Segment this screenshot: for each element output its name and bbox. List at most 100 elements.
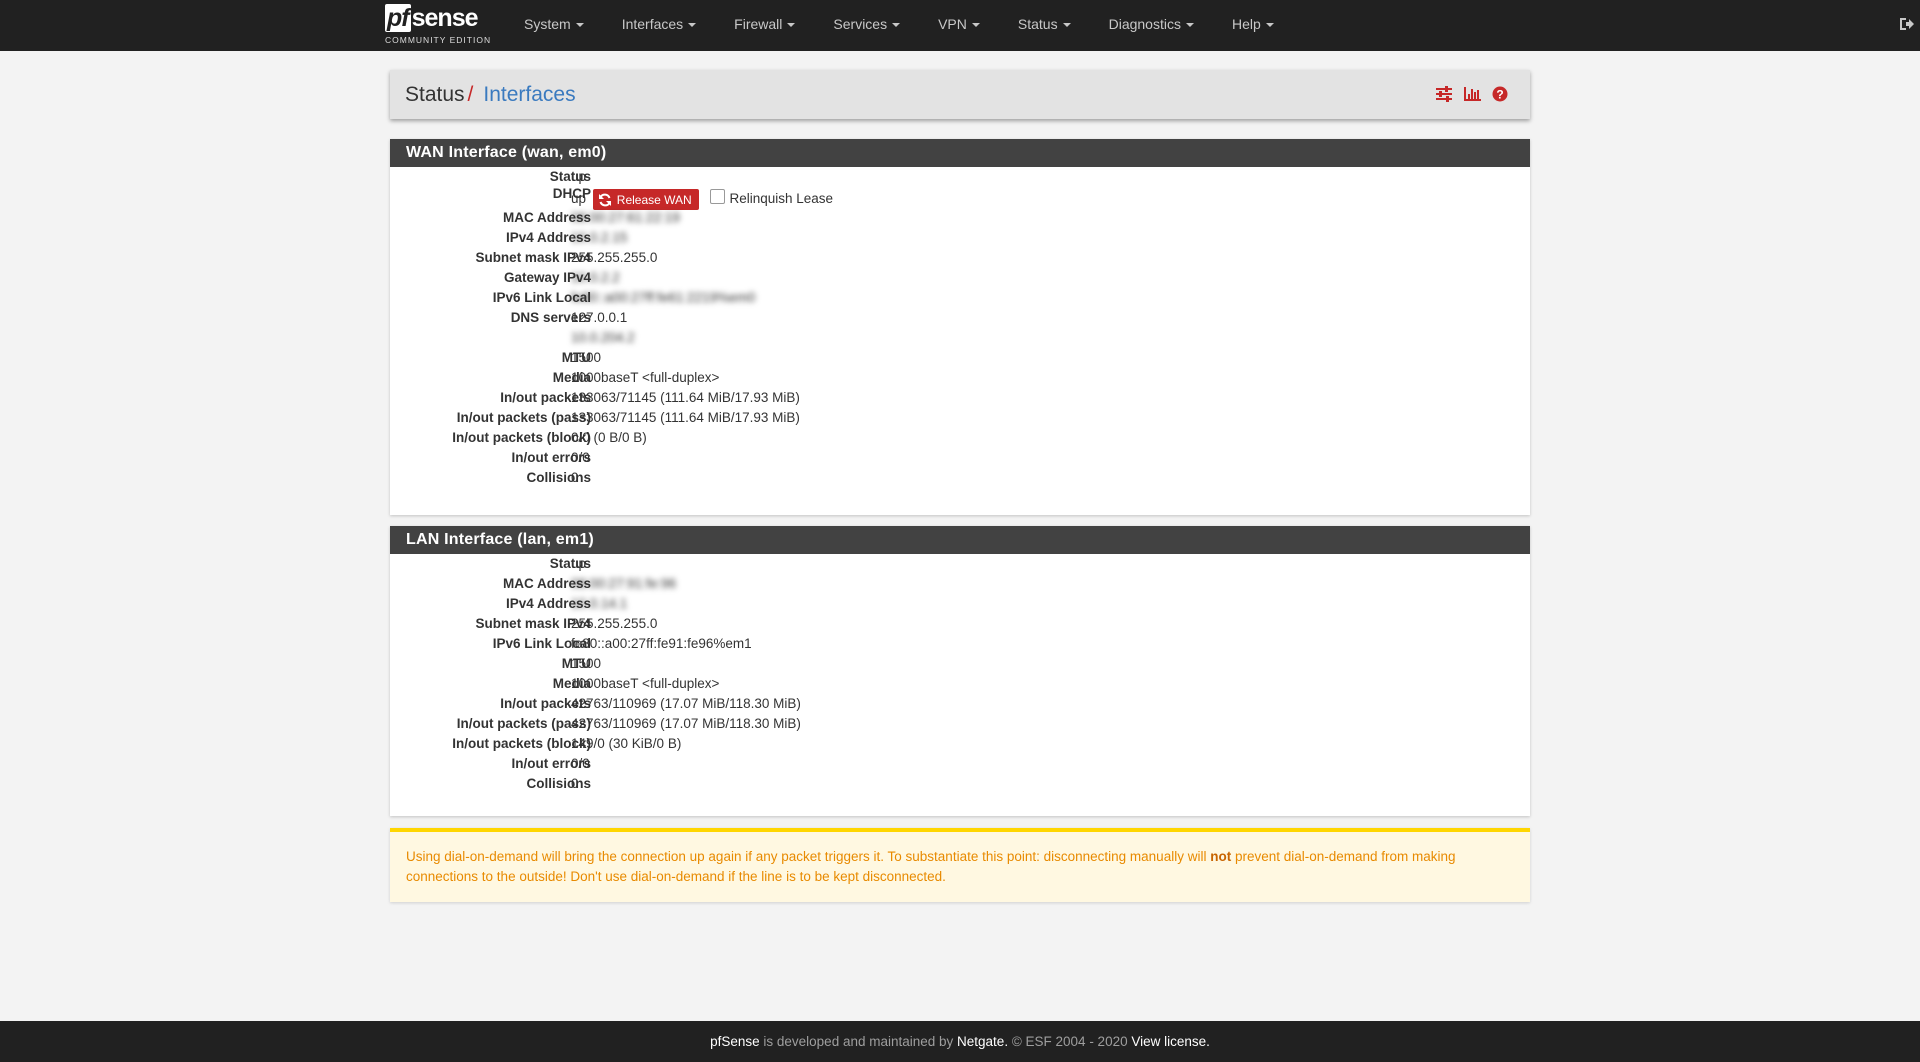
row-value: 149/0 (30 KiB/0 B)	[571, 736, 682, 751]
row-value: 42763/110969 (17.07 MiB/118.30 MiB)	[571, 716, 801, 731]
row-value: 255.255.255.0	[571, 250, 658, 265]
wan-row-collisions: Collisions 0	[390, 468, 1530, 488]
row-value: 1000baseT <full-duplex>	[571, 676, 720, 691]
row-value: 08:00:27:91:fe:96	[571, 576, 677, 591]
wan-row-packets-pass: In/out packets (pass) 133063/71145 (111.6…	[390, 408, 1530, 428]
nav-menu-firewall[interactable]: Firewall	[715, 0, 814, 51]
row-value: 42763/110969 (17.07 MiB/118.30 MiB)	[571, 696, 801, 711]
dial-on-demand-warning: Using dial-on-demand will bring the conn…	[390, 828, 1530, 902]
nav-menu-label: Status	[1017, 16, 1058, 32]
row-value: 10.0.2.2	[571, 270, 620, 285]
row-value: 255.255.255.0	[571, 616, 658, 631]
caret-down-icon	[787, 23, 796, 28]
nav-menu-label: System	[524, 16, 571, 32]
relinquish-lease-checkbox[interactable]	[710, 189, 726, 204]
lan-row-packets: In/out packets 42763/110969 (17.07 MiB/11…	[390, 694, 1530, 714]
relinquish-lease-label[interactable]: Relinquish Lease	[729, 191, 833, 206]
wan-row-gateway: Gateway IPv4 10.0.2.2	[390, 268, 1530, 288]
row-key: Subnet mask IPv4	[475, 250, 591, 265]
caret-down-icon	[892, 23, 901, 28]
footer: pfSense is developed and maintained by N…	[0, 1021, 1920, 1062]
row-key: IPv4 Address	[505, 230, 591, 245]
lan-panel-title: LAN Interface (lan, em1)	[390, 526, 1530, 554]
nav-menu-label: Help	[1231, 16, 1261, 32]
row-key: IPv4 Address	[505, 596, 591, 611]
row-key: MAC Address	[502, 576, 591, 591]
row-key: Media	[552, 676, 591, 691]
help-icon[interactable]: ?	[1492, 86, 1508, 102]
wan-row-dns: DNS servers 127.0.0.1	[390, 308, 1530, 328]
caret-down-icon	[688, 23, 697, 28]
refresh-icon	[598, 193, 611, 206]
footer-text: is developed and maintained by	[759, 1034, 958, 1049]
wan-row-mac: MAC Address 08:00:27:61:22:19	[390, 208, 1530, 228]
row-key: MAC Address	[502, 210, 591, 225]
lan-row-ipv6-link-local: IPv6 Link Local fe80::a00:27ff:fe91:fe96%…	[390, 634, 1530, 654]
row-value: up	[571, 191, 587, 207]
caret-down-icon	[971, 23, 980, 28]
row-key: IPv6 Link Local	[492, 290, 591, 305]
logo-edition: COMMUNITY EDITION	[385, 35, 492, 45]
wan-row-errors: In/out errors 0/0	[390, 448, 1530, 468]
nav-menu-help[interactable]: Help	[1213, 0, 1293, 51]
row-key: In/out packets	[500, 390, 591, 405]
wan-row-dhcp: DHCP up Release WAN Relinquish Lease	[390, 184, 1530, 210]
row-key: Gateway IPv4	[503, 270, 591, 285]
lan-row-packets-block: In/out packets (block) 149/0 (30 KiB/0 B)	[390, 734, 1530, 754]
logout-icon[interactable]	[1898, 16, 1914, 32]
footer-netgate-link[interactable]: Netgate.	[957, 1034, 1008, 1049]
lan-row-status: Status up	[390, 554, 1530, 574]
row-key: In/out packets (block)	[452, 430, 591, 445]
row-key: In/out packets (pass)	[456, 716, 591, 731]
release-wan-button[interactable]: Release WAN	[592, 189, 699, 210]
nav-menu-label: Firewall	[734, 16, 783, 32]
caret-down-icon	[1185, 23, 1194, 28]
pfsense-logo[interactable]: pf sense COMMUNITY EDITION	[385, 0, 493, 51]
lan-row-media: Media 1000baseT <full-duplex>	[390, 674, 1530, 694]
row-value: 1500	[571, 350, 602, 365]
footer-license-link[interactable]: View license.	[1131, 1034, 1210, 1049]
row-key: Subnet mask IPv4	[475, 616, 591, 631]
nav-menu-vpn[interactable]: VPN	[919, 0, 999, 51]
breadcrumb-interfaces[interactable]: Interfaces	[483, 83, 575, 107]
warning-text-1: Using dial-on-demand will bring the conn…	[406, 849, 1211, 864]
row-key: In/out packets (block)	[452, 736, 591, 751]
row-key: DNS servers	[510, 310, 591, 325]
row-key: In/out errors	[511, 756, 591, 771]
nav-menu-label: Diagnostics	[1108, 16, 1181, 32]
wan-row-subnet: Subnet mask IPv4 255.255.255.0	[390, 248, 1530, 268]
nav-menu-services[interactable]: Services	[814, 0, 919, 51]
nav-menu-interfaces[interactable]: Interfaces	[603, 0, 715, 51]
row-value: 133063/71145 (111.64 MiB/17.93 MiB)	[571, 410, 800, 425]
row-key: Media	[552, 370, 591, 385]
row-key: In/out packets (pass)	[456, 410, 591, 425]
caret-down-icon	[575, 23, 584, 28]
breadcrumb-separator: /	[467, 82, 474, 106]
wan-row-packets-block: In/out packets (block) 0/0 (0 B/0 B)	[390, 428, 1530, 448]
lan-row-mtu: MTU 1500	[390, 654, 1530, 674]
caret-down-icon	[1062, 23, 1071, 28]
caret-down-icon	[1265, 23, 1274, 28]
nav-menu-label: Interfaces	[621, 16, 684, 32]
lan-row-ipv4: IPv4 Address 10.0.14.1	[390, 594, 1530, 614]
wan-row-dns-2: 10.0.204.2	[390, 328, 1530, 348]
row-value: fe80::a00:27ff:fe61:2219%em0	[571, 290, 756, 305]
page-header: Status / Interfaces ?	[390, 70, 1530, 119]
breadcrumb-status[interactable]: Status	[405, 83, 465, 107]
wan-row-ipv6-link-local: IPv6 Link Local fe80::a00:27ff:fe61:2219%…	[390, 288, 1530, 308]
lan-row-packets-pass: In/out packets (pass) 42763/110969 (17.07…	[390, 714, 1530, 734]
warning-text-bold: not	[1210, 849, 1232, 864]
bar-chart-icon[interactable]	[1463, 86, 1482, 102]
row-value: 1500	[571, 656, 602, 671]
nav-menu-diagnostics[interactable]: Diagnostics	[1090, 0, 1213, 51]
footer-brand: pfSense	[710, 1034, 760, 1049]
wan-row-ipv4: IPv4 Address 10.0.2.15	[390, 228, 1530, 248]
nav-menu-system[interactable]: System	[505, 0, 603, 51]
row-value: 133063/71145 (111.64 MiB/17.93 MiB)	[571, 390, 800, 405]
sliders-icon[interactable]	[1435, 86, 1453, 102]
top-navbar: pf sense COMMUNITY EDITION System Interfa…	[0, 0, 1920, 51]
nav-menu-label: Services	[833, 16, 888, 32]
row-value: 127.0.0.1	[571, 310, 628, 325]
lan-interface-panel: LAN Interface (lan, em1) Status up MAC Ad…	[390, 526, 1530, 816]
nav-menu-status[interactable]: Status	[999, 0, 1090, 51]
